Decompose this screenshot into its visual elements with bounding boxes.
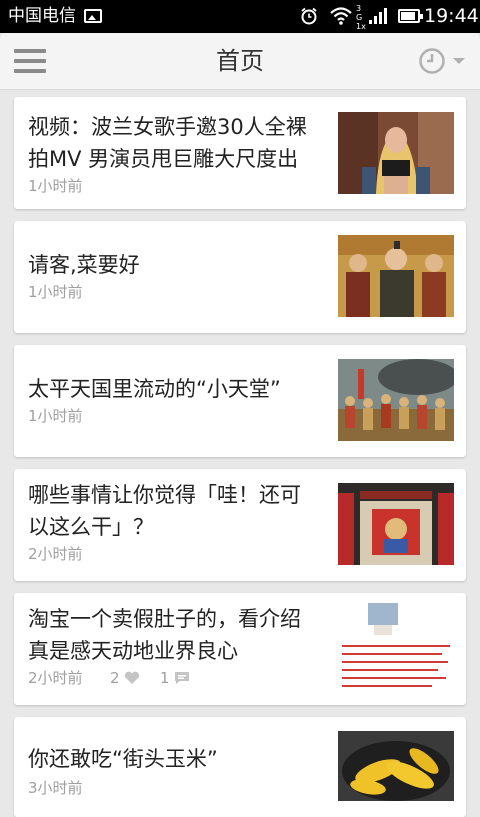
article-title-line: 淘宝一个卖假肚子的，看介绍	[28, 607, 301, 631]
article-title: 哪些事情让你觉得「哇！还可 以这么干」？	[28, 479, 328, 543]
article-title-line: 哪些事情让你觉得「哇！还可	[28, 483, 301, 507]
alarm-icon	[301, 7, 317, 25]
article-card[interactable]: 视频：波兰女歌手邀30人全裸 拍MV 男演员甩巨雕大尺度出 1小时前	[14, 97, 466, 209]
article-thumbnail	[338, 112, 454, 194]
article-time: 1小时前	[28, 407, 83, 425]
article-time: 1小时前	[28, 177, 83, 195]
article-title: 视频：波兰女歌手邀30人全裸 拍MV 男演员甩巨雕大尺度出	[28, 111, 328, 175]
article-title: 淘宝一个卖假肚子的，看介绍 真是感天动地业界良心	[28, 603, 328, 667]
article-thumbnail	[338, 603, 454, 693]
article-title-line: 请客,菜要好	[28, 253, 140, 277]
article-title-line: 太平天国里流动的“小天堂”	[28, 377, 281, 401]
article-title-line: 视频：波兰女歌手邀30人全裸	[28, 115, 307, 139]
network-type-label: 3G 1x	[356, 4, 366, 31]
article-title: 请客,菜要好	[28, 249, 328, 281]
status-bar: 中国电信 3G 1x 19:44	[0, 0, 480, 33]
article-time: 2小时前	[28, 545, 83, 563]
article-thumbnail	[338, 483, 454, 565]
article-time: 1小时前	[28, 283, 83, 301]
article-thumbnail	[338, 359, 454, 441]
article-thumbnail	[338, 235, 454, 317]
article-title-line: 真是感天动地业界良心	[28, 639, 238, 663]
wifi-icon	[330, 7, 352, 25]
battery-icon	[398, 9, 423, 23]
heart-icon	[125, 671, 140, 684]
article-card[interactable]: 请客,菜要好 1小时前	[14, 221, 466, 333]
comment-count: 1	[159, 669, 170, 687]
history-clock-icon[interactable]	[418, 47, 470, 75]
article-title-line: 拍MV 男演员甩巨雕大尺度出	[28, 147, 299, 171]
like-count: 2	[110, 669, 120, 687]
image-notification-icon	[84, 9, 102, 23]
comment-icon	[175, 672, 190, 684]
article-card[interactable]: 淘宝一个卖假肚子的，看介绍 真是感天动地业界良心 2小时前 2 1	[14, 593, 466, 705]
app-header: 首页	[0, 33, 480, 90]
article-card[interactable]: 太平天国里流动的“小天堂” 1小时前	[14, 345, 466, 457]
article-card[interactable]: 你还敢吃“街头玉米” 3小时前	[14, 717, 466, 817]
article-card[interactable]: 哪些事情让你觉得「哇！还可 以这么干」？ 2小时前	[14, 469, 466, 581]
signal-strength-icon	[369, 8, 387, 24]
article-title: 你还敢吃“街头玉米”	[28, 743, 328, 775]
page-title: 首页	[216, 47, 264, 75]
carrier-name: 中国电信	[8, 6, 76, 26]
article-title-line: 以这么干」？	[28, 515, 154, 539]
article-title: 太平天国里流动的“小天堂”	[28, 373, 328, 405]
status-clock: 19:44	[424, 5, 479, 27]
article-thumbnail	[338, 731, 454, 801]
article-stats: 2 1	[110, 669, 190, 687]
article-time: 3小时前	[28, 779, 83, 797]
article-time: 2小时前	[28, 669, 83, 687]
article-title-line: 你还敢吃“街头玉米”	[28, 747, 218, 771]
